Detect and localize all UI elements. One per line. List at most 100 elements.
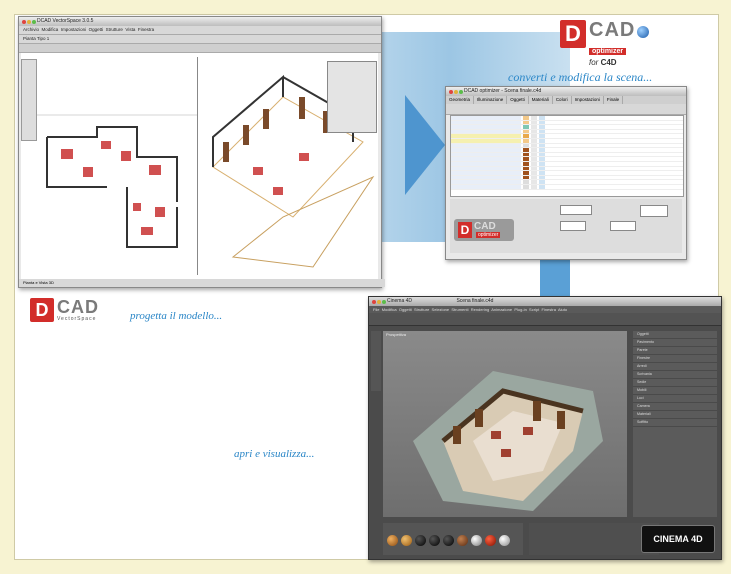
c4d-app-name: Cinema 4D bbox=[387, 298, 413, 304]
cinema4d-window: Cinema 4D Scena finale.c4d File Modifica… bbox=[368, 296, 722, 560]
for-text: for bbox=[589, 58, 599, 67]
optimizer-inner-logo: D CAD optimizer bbox=[454, 219, 514, 241]
menu-item[interactable]: Oggetti bbox=[399, 307, 412, 312]
tab-final[interactable]: Finale bbox=[604, 96, 624, 104]
dcad-cad-text: CAD bbox=[57, 297, 99, 317]
sphere-icon bbox=[637, 26, 650, 38]
menu-item[interactable]: Finestra bbox=[542, 307, 556, 312]
cinema4d-logo: CINEMA 4D bbox=[641, 525, 715, 553]
dcad-d-mark: D bbox=[560, 20, 586, 48]
settings-field[interactable] bbox=[560, 205, 592, 215]
menu-item[interactable]: Finestra bbox=[138, 27, 154, 32]
c4d-title-bar: Cinema 4D Scena finale.c4d bbox=[369, 297, 721, 306]
plan-view[interactable] bbox=[37, 57, 198, 275]
object-item[interactable]: Oggetti bbox=[633, 331, 717, 339]
optimizer-options-bar[interactable] bbox=[446, 104, 686, 115]
dcad-window-title: DCAD VectorSpace 3.0.5 bbox=[37, 18, 94, 24]
c4d-object-manager[interactable]: Oggetti Pavimento Parete Finestre Arredi… bbox=[633, 331, 717, 517]
object-item[interactable]: Materiali bbox=[633, 411, 717, 419]
material-swatch[interactable] bbox=[471, 535, 482, 546]
c4d-menu-bar: File Modifica Oggetti Strutture Selezion… bbox=[369, 306, 721, 313]
tab-objects[interactable]: Oggetti bbox=[507, 96, 529, 104]
material-swatch[interactable] bbox=[387, 535, 398, 546]
dcad-d-mark: D bbox=[30, 298, 54, 322]
menu-item[interactable]: Rendering bbox=[471, 307, 489, 312]
dcad-views bbox=[21, 53, 378, 279]
menu-item[interactable]: Oggetti bbox=[89, 27, 104, 32]
dcad-secondary-toolbar[interactable] bbox=[19, 44, 381, 53]
tab-materials[interactable]: Materiali bbox=[529, 96, 553, 104]
tool-palette[interactable] bbox=[21, 59, 37, 141]
c4d-window-title: Scena finale.c4d bbox=[456, 298, 494, 304]
material-swatch[interactable] bbox=[457, 535, 468, 546]
c4d-toolbar[interactable] bbox=[369, 313, 721, 326]
tab-settings[interactable]: Impostazioni bbox=[572, 96, 604, 104]
menu-item[interactable]: Plug-in bbox=[514, 307, 526, 312]
settings-field[interactable] bbox=[610, 221, 636, 231]
dcad-cad-text: CAD bbox=[589, 19, 636, 41]
menu-item[interactable]: Modifica bbox=[42, 27, 59, 32]
dcad-optimizer-logo: D CAD optimizer for C4D bbox=[560, 19, 650, 67]
optimizer-table[interactable] bbox=[450, 115, 684, 197]
optimizer-badge: optimizer bbox=[589, 48, 627, 55]
advert-page: D CAD optimizer for C4D converti e modif… bbox=[0, 0, 731, 574]
material-swatch[interactable] bbox=[499, 535, 510, 546]
object-item[interactable]: Pavimento bbox=[633, 339, 717, 347]
inner-cad-text: CAD bbox=[474, 221, 496, 232]
menu-item[interactable]: Strutture bbox=[414, 307, 429, 312]
material-swatch[interactable] bbox=[429, 535, 440, 546]
c4d-viewport[interactable]: Prospettiva bbox=[383, 331, 627, 517]
menu-item[interactable]: Strutture bbox=[106, 27, 123, 32]
vectorspace-text: VectorSpace bbox=[57, 316, 97, 322]
settings-field[interactable] bbox=[560, 221, 586, 231]
tagline-design: progetta il modello... bbox=[130, 310, 223, 322]
tagline-convert: converti e modifica la scena... bbox=[508, 70, 653, 84]
c4d-coordinates-panel[interactable] bbox=[529, 523, 659, 555]
material-swatch[interactable] bbox=[401, 535, 412, 546]
menu-item[interactable]: Animazione bbox=[491, 307, 512, 312]
window-controls-icon[interactable] bbox=[449, 89, 464, 98]
optimizer-tabs: Geometria Illuminazione Oggetti Materiali Co… bbox=[446, 96, 686, 104]
optimizer-title-bar: DCAD optimizer - Scena finale.c4d bbox=[446, 87, 686, 96]
menu-item[interactable]: Strumenti bbox=[451, 307, 468, 312]
object-item[interactable]: Parete bbox=[633, 347, 717, 355]
tab-colors[interactable]: Colori bbox=[553, 96, 572, 104]
object-item[interactable]: Soffitto bbox=[633, 419, 717, 427]
object-item[interactable]: Luci bbox=[633, 395, 717, 403]
floating-palette[interactable] bbox=[327, 61, 377, 133]
menu-item[interactable]: Vista bbox=[125, 27, 135, 32]
c4d-text: C4D bbox=[600, 58, 617, 67]
menu-item[interactable]: Script bbox=[529, 307, 539, 312]
optimizer-window-title: DCAD optimizer - Scena finale.c4d bbox=[464, 88, 542, 94]
object-item[interactable]: Scrivania bbox=[633, 371, 717, 379]
material-swatch[interactable] bbox=[485, 535, 496, 546]
settings-field[interactable] bbox=[640, 205, 668, 217]
object-item[interactable]: Camera bbox=[633, 403, 717, 411]
c4d-material-manager[interactable] bbox=[383, 523, 523, 555]
c4d-scene-render bbox=[413, 371, 603, 511]
material-swatch[interactable] bbox=[415, 535, 426, 546]
inner-optimizer-badge: optimizer bbox=[476, 232, 501, 238]
arrow-right-graphic bbox=[405, 95, 445, 195]
tab-lighting[interactable]: Illuminazione bbox=[474, 96, 508, 104]
object-item[interactable]: Sedie bbox=[633, 379, 717, 387]
menu-item[interactable]: Aiuto bbox=[558, 307, 567, 312]
menu-item[interactable]: Impostazioni bbox=[61, 27, 86, 32]
window-controls-icon[interactable] bbox=[22, 19, 37, 28]
object-item[interactable]: Finestre bbox=[633, 355, 717, 363]
optimizer-window: DCAD optimizer - Scena finale.c4d Geomet… bbox=[445, 86, 687, 260]
tagline-open: apri e visualizza... bbox=[234, 448, 315, 460]
object-item[interactable]: Arredi bbox=[633, 363, 717, 371]
inner-d-mark: D bbox=[458, 222, 472, 238]
object-item[interactable]: Mobili bbox=[633, 387, 717, 395]
window-controls-icon[interactable] bbox=[372, 299, 387, 308]
menu-item[interactable]: Selezione bbox=[432, 307, 450, 312]
c4d-side-toolbar[interactable] bbox=[371, 331, 381, 391]
toolbar-text: Pianta Tipo 1 bbox=[23, 36, 50, 41]
3d-view[interactable] bbox=[203, 57, 377, 275]
dcad-title-bar: DCAD VectorSpace 3.0.5 bbox=[19, 17, 381, 26]
dcad-vectorspace-logo: D CAD VectorSpace bbox=[30, 298, 99, 322]
dcad-window: DCAD VectorSpace 3.0.5 Archivio Modifica… bbox=[18, 16, 385, 288]
material-swatch[interactable] bbox=[443, 535, 454, 546]
dcad-toolbar[interactable]: Pianta Tipo 1 bbox=[19, 35, 381, 44]
